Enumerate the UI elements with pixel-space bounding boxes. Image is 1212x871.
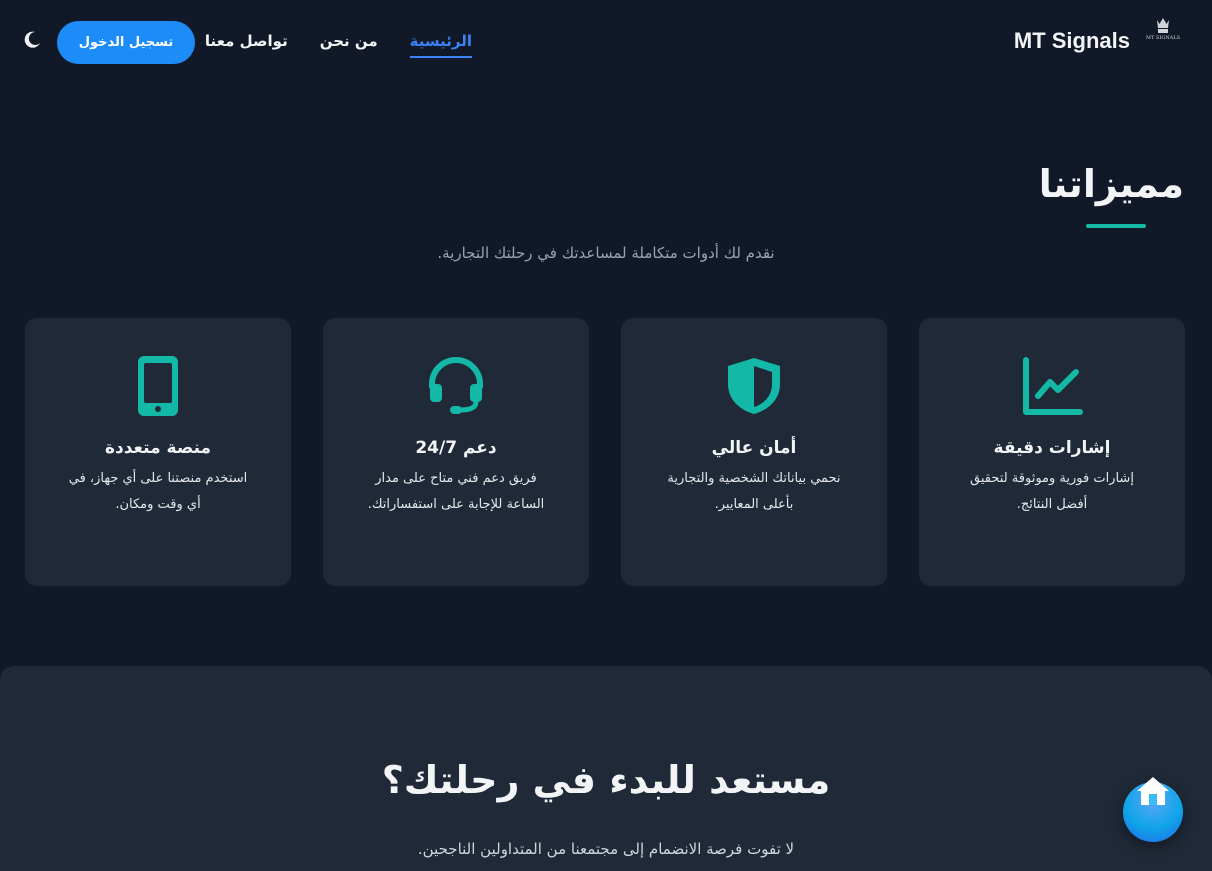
card-title: منصة متعددة xyxy=(104,438,212,458)
cta-subtitle: لا تفوت فرصة الانضمام إلى مجتمعنا من الم… xyxy=(417,840,795,858)
card-text: استخدم منصتنا على أي جهاز، في أي وقت ومك… xyxy=(68,471,248,512)
card-text: فريق دعم فني متاح على مدار الساعة للإجاب… xyxy=(367,471,545,512)
card-text: إشارات فورية وموثوقة لتحقيق أفضل النتائج… xyxy=(970,471,1134,512)
moon-icon[interactable] xyxy=(22,30,42,50)
nav-link-home[interactable]: الرئيسية xyxy=(409,32,473,58)
card-title: إشارات دقيقة xyxy=(993,438,1111,458)
cta-title: مستعد للبدء في رحلتك؟ xyxy=(381,758,831,802)
card-text: نحمي بياناتك الشخصية والتجارية بأعلى الم… xyxy=(667,471,841,512)
feature-card-security: أمان عالي نحمي بياناتك الشخصية والتجارية… xyxy=(621,318,887,586)
cta-section: مستعد للبدء في رحلتك؟ لا تفوت فرصة الانض… xyxy=(0,666,1212,871)
nav-link-contact[interactable]: تواصل معنا xyxy=(205,32,288,58)
home-icon xyxy=(1137,777,1169,805)
crown-logo-icon xyxy=(1157,18,1169,33)
card-title: دعم 24/7 xyxy=(415,438,497,458)
feature-card-support: دعم 24/7 فريق دعم فني متاح على مدار السا… xyxy=(323,318,589,586)
feature-card-signals: إشارات دقيقة إشارات فورية وموثوقة لتحقيق… xyxy=(919,318,1185,586)
features-title: مميزاتنا xyxy=(1038,162,1184,206)
login-button[interactable]: تسجيل الدخول xyxy=(57,21,195,64)
title-underline xyxy=(1086,224,1146,228)
features-subtitle: نقدم لك أدوات متكاملة لمساعدتك في رحلتك … xyxy=(437,244,775,262)
navbar: MT SIGNALS MT Signals الرئيسية من نحن تو… xyxy=(0,0,1212,86)
feature-card-platform: منصة متعددة استخدم منصتنا على أي جهاز، ف… xyxy=(25,318,291,586)
logo-text: MT SIGNALS xyxy=(1145,35,1181,41)
brand[interactable]: MT SIGNALS MT Signals xyxy=(1014,12,1182,54)
brand-logo: MT SIGNALS xyxy=(1144,16,1182,50)
card-title: أمان عالي xyxy=(711,438,797,458)
shield-icon xyxy=(728,358,780,414)
mobile-icon xyxy=(138,356,178,416)
brand-name: MT Signals xyxy=(1013,28,1130,53)
nav-links: الرئيسية من نحن تواصل معنا xyxy=(205,32,473,58)
nav-link-about[interactable]: من نحن xyxy=(320,32,378,58)
headset-icon xyxy=(429,357,483,414)
features-cards: إشارات دقيقة إشارات فورية وموثوقة لتحقيق… xyxy=(25,318,1185,586)
chart-line-icon xyxy=(1023,357,1083,415)
home-fab-button[interactable] xyxy=(1123,777,1183,842)
